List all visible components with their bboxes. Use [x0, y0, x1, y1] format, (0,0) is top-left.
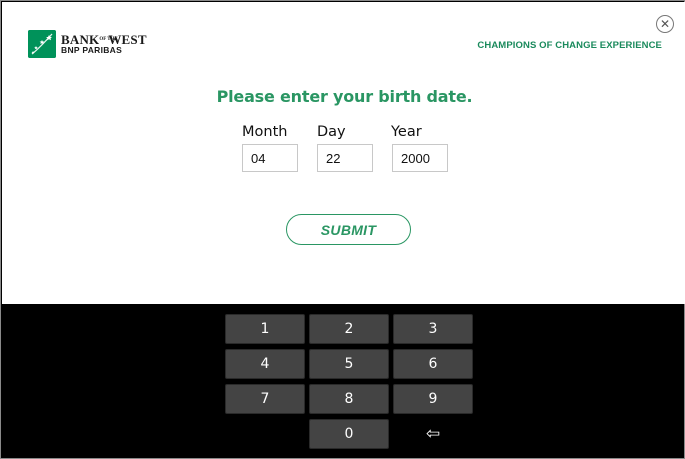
bnp-stars-logo-icon — [28, 30, 56, 58]
key-6[interactable]: 6 — [393, 349, 473, 379]
day-input[interactable] — [317, 144, 373, 172]
kiosk-frame: BANKOF THEWEST BNP PARIBAS CHAMPIONS OF … — [0, 0, 685, 459]
year-input[interactable] — [392, 144, 448, 172]
key-9[interactable]: 9 — [393, 384, 473, 414]
key-1[interactable]: 1 — [225, 314, 305, 344]
close-icon: ✕ — [659, 17, 671, 31]
form-panel: BANKOF THEWEST BNP PARIBAS CHAMPIONS OF … — [2, 2, 685, 304]
month-input[interactable] — [242, 144, 298, 172]
bank-logo: BANKOF THEWEST BNP PARIBAS — [28, 30, 158, 60]
logo-subname: BNP PARIBAS — [61, 45, 123, 55]
key-2[interactable]: 2 — [309, 314, 389, 344]
month-label: Month — [242, 124, 288, 140]
close-button[interactable]: ✕ — [656, 15, 674, 33]
key-7[interactable]: 7 — [225, 384, 305, 414]
key-4[interactable]: 4 — [225, 349, 305, 379]
key-5[interactable]: 5 — [309, 349, 389, 379]
key-8[interactable]: 8 — [309, 384, 389, 414]
experience-tagline: CHAMPIONS OF CHANGE EXPERIENCE — [477, 40, 662, 51]
year-label: Year — [391, 124, 422, 140]
key-0[interactable]: 0 — [309, 419, 389, 449]
backspace-arrow-icon: ⇦ — [425, 424, 441, 444]
day-label: Day — [317, 124, 346, 140]
birth-date-prompt: Please enter your birth date. — [216, 87, 473, 106]
key-3[interactable]: 3 — [393, 314, 473, 344]
backspace-button[interactable]: ⇦ — [393, 419, 473, 449]
submit-button[interactable]: SUBMIT — [286, 214, 411, 245]
